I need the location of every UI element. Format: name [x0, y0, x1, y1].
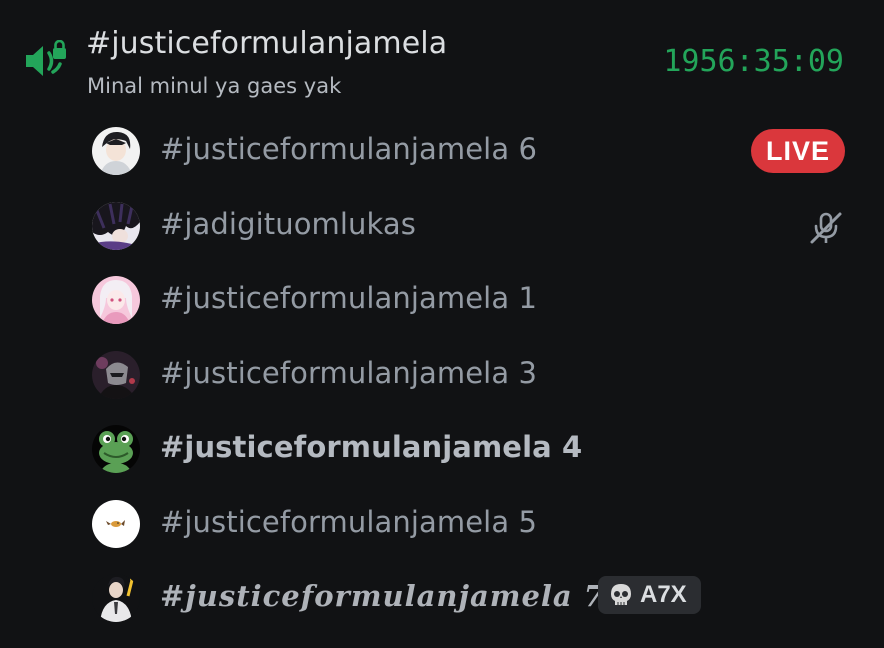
voice-channel-locked-icon	[26, 40, 66, 76]
call-timer: 1956:35:09	[663, 44, 844, 79]
small-bird-avatar	[92, 499, 140, 548]
voice-user-list: #justiceformulanjamela 6 LIVE #jadigituo…	[0, 115, 884, 637]
channel-name: #justiceformulanjamela	[86, 26, 448, 61]
username: #justiceformulanjamela 7	[160, 579, 605, 613]
voice-user-row[interactable]: #justiceformulanjamela 6 LIVE	[0, 115, 884, 190]
frog-avatar	[92, 425, 140, 473]
voice-user-row[interactable]: #justiceformulanjamela 5	[0, 488, 884, 563]
username: #jadigituomlukas	[160, 206, 417, 241]
channel-status: Minal minul ya gaes yak	[87, 74, 342, 98]
username: #justiceformulanjamela 4	[160, 430, 583, 464]
voice-channel-header[interactable]: #justiceformulanjamela Minal minul ya ga…	[0, 0, 884, 110]
server-tag[interactable]: A7X	[598, 576, 701, 614]
microphone-muted-icon[interactable]	[808, 210, 844, 246]
pink-anime-girl-avatar	[92, 276, 140, 324]
dark-figure-avatar	[92, 350, 140, 399]
voice-user-row[interactable]: #jadigituomlukas	[0, 190, 884, 265]
server-tag-label: A7X	[640, 581, 687, 608]
username: #justiceformulanjamela 6	[160, 132, 538, 166]
live-badge[interactable]: LIVE	[751, 129, 845, 173]
skull-icon	[611, 584, 631, 605]
suit-boy-avatar	[92, 574, 140, 622]
voice-user-row[interactable]: #justiceformulanjamela 1	[0, 264, 884, 339]
dark-hair-avatar	[92, 201, 140, 250]
username: #justiceformulanjamela 5	[160, 504, 538, 539]
username: #justiceformulanjamela 3	[160, 355, 538, 390]
voice-user-row[interactable]: #justiceformulanjamela 7 A7X	[0, 562, 884, 637]
voice-user-row[interactable]: #justiceformulanjamela 3	[0, 339, 884, 414]
voice-user-row[interactable]: #justiceformulanjamela 4	[0, 413, 884, 488]
anime-boy-avatar	[92, 127, 140, 175]
username: #justiceformulanjamela 1	[160, 281, 538, 315]
